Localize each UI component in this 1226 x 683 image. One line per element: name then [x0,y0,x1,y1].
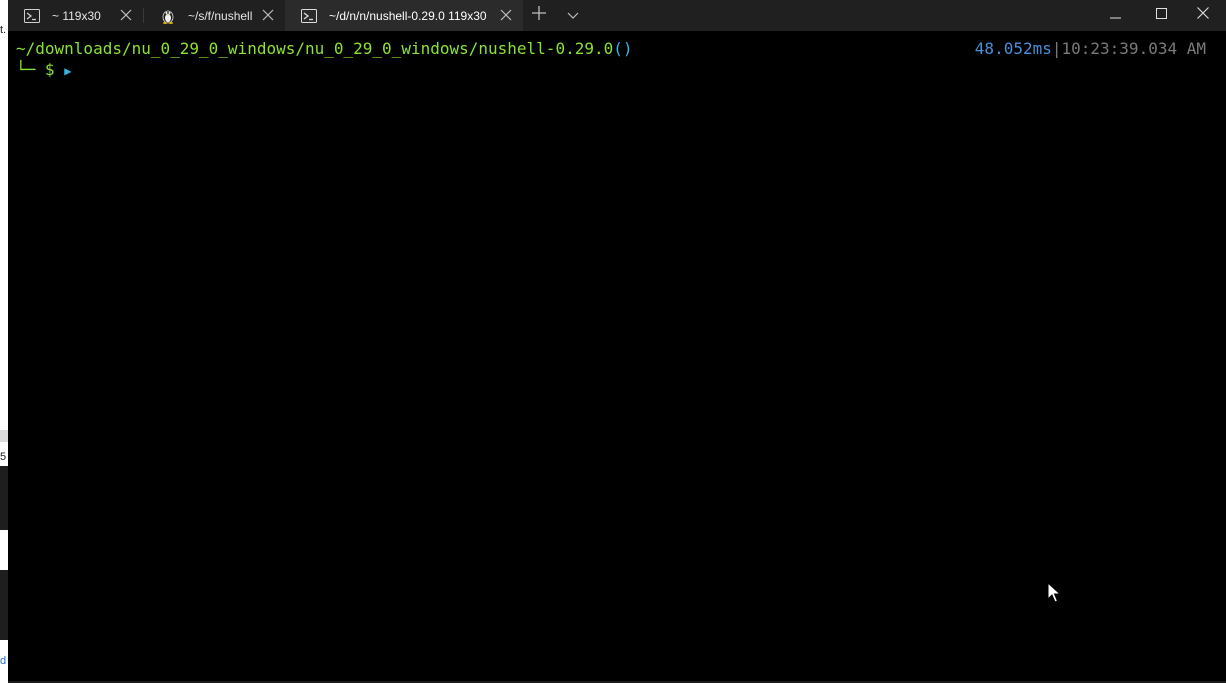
prompt-corner: └─ [16,60,36,79]
status-separator: | [1051,39,1062,58]
terminal-window: ~ 119x30 ~/s/f/nushell ~/d/n/n/nushell-0… [8,0,1226,683]
chevron-down-icon [567,7,579,25]
tab-label: ~ 119x30 [52,8,101,23]
tab-nushell-0-29-0[interactable]: ~/d/n/n/nushell-0.29.0 119x30 [285,0,523,31]
terminal-output[interactable]: ~/downloads/nu_0_29_0_windows/nu_0_29_0_… [8,31,1226,681]
tab-bar: ~ 119x30 ~/s/f/nushell ~/d/n/n/nushell-0… [8,0,1226,31]
new-tab-button[interactable] [523,0,555,31]
tab-home[interactable]: ~ 119x30 [8,0,143,31]
maximize-icon [1155,6,1167,24]
minimize-button[interactable] [1092,0,1138,30]
profile-dropdown-button[interactable] [557,0,589,31]
background-panel [0,570,8,640]
close-tab-icon[interactable] [119,8,133,22]
prompt-right-status: 48.052ms|10:23:39.034 AM [975,39,1206,59]
tab-nushell-linux[interactable]: ~/s/f/nushell [144,0,285,31]
plus-icon [532,6,546,25]
close-window-button[interactable] [1180,0,1226,30]
close-tab-icon[interactable] [261,8,275,22]
minimize-icon [1109,6,1121,24]
background-panel [0,466,8,530]
cwd-path: ~/downloads/nu_0_29_0_windows/nu_0_29_0_… [16,39,614,58]
git-status-parens: () [613,39,633,58]
tab-label: ~/d/n/n/nushell-0.29.0 119x30 [329,8,487,23]
tab-label: ~/s/f/nushell [188,8,253,23]
maximize-button[interactable] [1138,0,1184,30]
prompt-path-line: ~/downloads/nu_0_29_0_windows/nu_0_29_0_… [16,39,633,59]
background-window-edge: t. 5 d [0,0,8,683]
close-icon [1197,6,1209,24]
background-text: d [0,655,7,667]
prompt-symbol: $ [44,60,55,79]
close-tab-icon[interactable] [499,8,513,22]
prompt-timestamp: 10:23:39.034 AM [1061,39,1207,58]
background-divider [0,430,8,442]
linux-penguin-icon [160,8,176,24]
command-duration: 48.052ms [974,39,1052,58]
background-text: 5 [0,451,7,463]
powershell-icon [24,8,40,24]
prompt-input-line[interactable]: └─ $ ▶ [16,60,71,81]
powershell-icon [301,8,317,24]
prompt-arrow-icon: ▶ [64,64,72,78]
mouse-pointer-icon [1047,582,1061,603]
background-text: t. [0,24,7,36]
